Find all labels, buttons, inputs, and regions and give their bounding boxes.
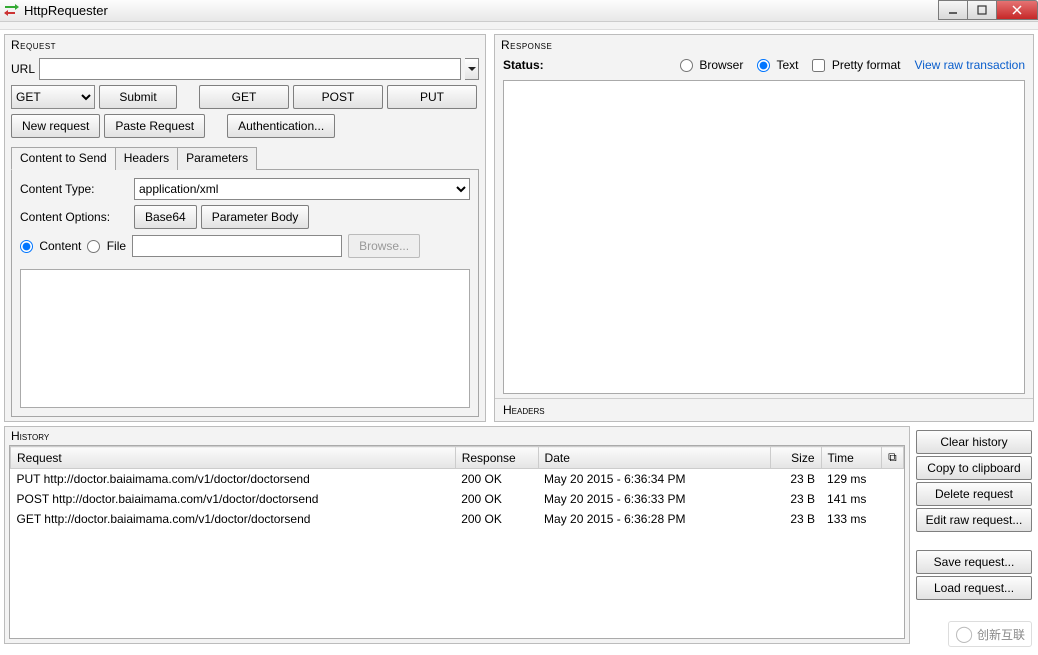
titlebar: HttpRequester [0,0,1038,22]
watermark: ◯ 创新互联 [948,621,1032,647]
history-label: History [5,427,909,445]
authentication-button[interactable]: Authentication... [227,114,335,138]
col-time[interactable]: Time [821,447,882,469]
file-radio[interactable]: File [87,239,126,253]
httprequester-icon [5,4,19,18]
content-body-textarea[interactable] [20,269,470,408]
response-headers-label: Headers [495,398,1033,421]
content-type-label: Content Type: [20,182,130,196]
table-row[interactable]: POST http://doctor.baiaimama.com/v1/doct… [11,489,904,509]
close-button[interactable] [996,0,1038,20]
maximize-button[interactable] [967,0,997,20]
table-row[interactable]: PUT http://doctor.baiaimama.com/v1/docto… [11,469,904,490]
post-button[interactable]: POST [293,85,383,109]
window-controls [939,0,1038,20]
delete-request-button[interactable]: Delete request [916,482,1032,506]
col-options-icon[interactable]: ⧉ [882,447,904,469]
content-tabs: Content to Send Headers Parameters [11,146,479,170]
response-body[interactable] [503,80,1025,394]
history-actions: Clear history Copy to clipboard Delete r… [914,426,1038,648]
base64-button[interactable]: Base64 [134,205,197,229]
status-label: Status: [503,58,544,72]
browser-radio[interactable]: Browser [680,58,743,72]
get-button[interactable]: GET [199,85,289,109]
method-select[interactable]: GET [11,85,95,109]
history-panel: History Request Response Date Size Time … [4,426,910,644]
history-table: Request Response Date Size Time ⧉ PUT ht… [10,446,904,529]
col-size[interactable]: Size [770,447,821,469]
content-type-select[interactable]: application/xml [134,178,470,200]
file-path-input[interactable] [132,235,342,257]
load-request-button[interactable]: Load request... [916,576,1032,600]
content-options-label: Content Options: [20,210,130,224]
request-label: Request [5,35,485,54]
copy-clipboard-button[interactable]: Copy to clipboard [916,456,1032,480]
url-input[interactable] [39,58,461,80]
col-response[interactable]: Response [455,447,538,469]
response-panel: Response Status: Browser Text Pretty for… [494,34,1034,422]
submit-button[interactable]: Submit [99,85,177,109]
window-title: HttpRequester [24,3,108,18]
tab-parameters[interactable]: Parameters [177,147,257,170]
response-label: Response [495,35,1033,54]
paste-request-button[interactable]: Paste Request [104,114,205,138]
request-panel: Request URL GET Submit GET POST PUT New … [4,34,486,422]
url-dropdown-button[interactable] [465,58,479,80]
save-request-button[interactable]: Save request... [916,550,1032,574]
url-label: URL [11,62,35,76]
edit-raw-request-button[interactable]: Edit raw request... [916,508,1032,532]
content-to-send-panel: Content Type: application/xml Content Op… [11,170,479,417]
table-row[interactable]: GET http://doctor.baiaimama.com/v1/docto… [11,509,904,529]
tab-headers[interactable]: Headers [115,147,178,170]
parameter-body-button[interactable]: Parameter Body [201,205,310,229]
col-request[interactable]: Request [11,447,456,469]
tab-content-to-send[interactable]: Content to Send [11,147,116,170]
put-button[interactable]: PUT [387,85,477,109]
pretty-format-checkbox[interactable]: Pretty format [812,58,900,72]
content-radio[interactable]: Content [20,239,81,253]
browse-button[interactable]: Browse... [348,234,420,258]
chevron-down-icon [468,67,476,75]
view-raw-transaction-link[interactable]: View raw transaction [915,58,1026,72]
minimize-button[interactable] [938,0,968,20]
text-radio[interactable]: Text [757,58,798,72]
clear-history-button[interactable]: Clear history [916,430,1032,454]
watermark-icon: ◯ [955,624,973,644]
col-date[interactable]: Date [538,447,770,469]
browser-tabstrip [0,22,1038,30]
new-request-button[interactable]: New request [11,114,100,138]
